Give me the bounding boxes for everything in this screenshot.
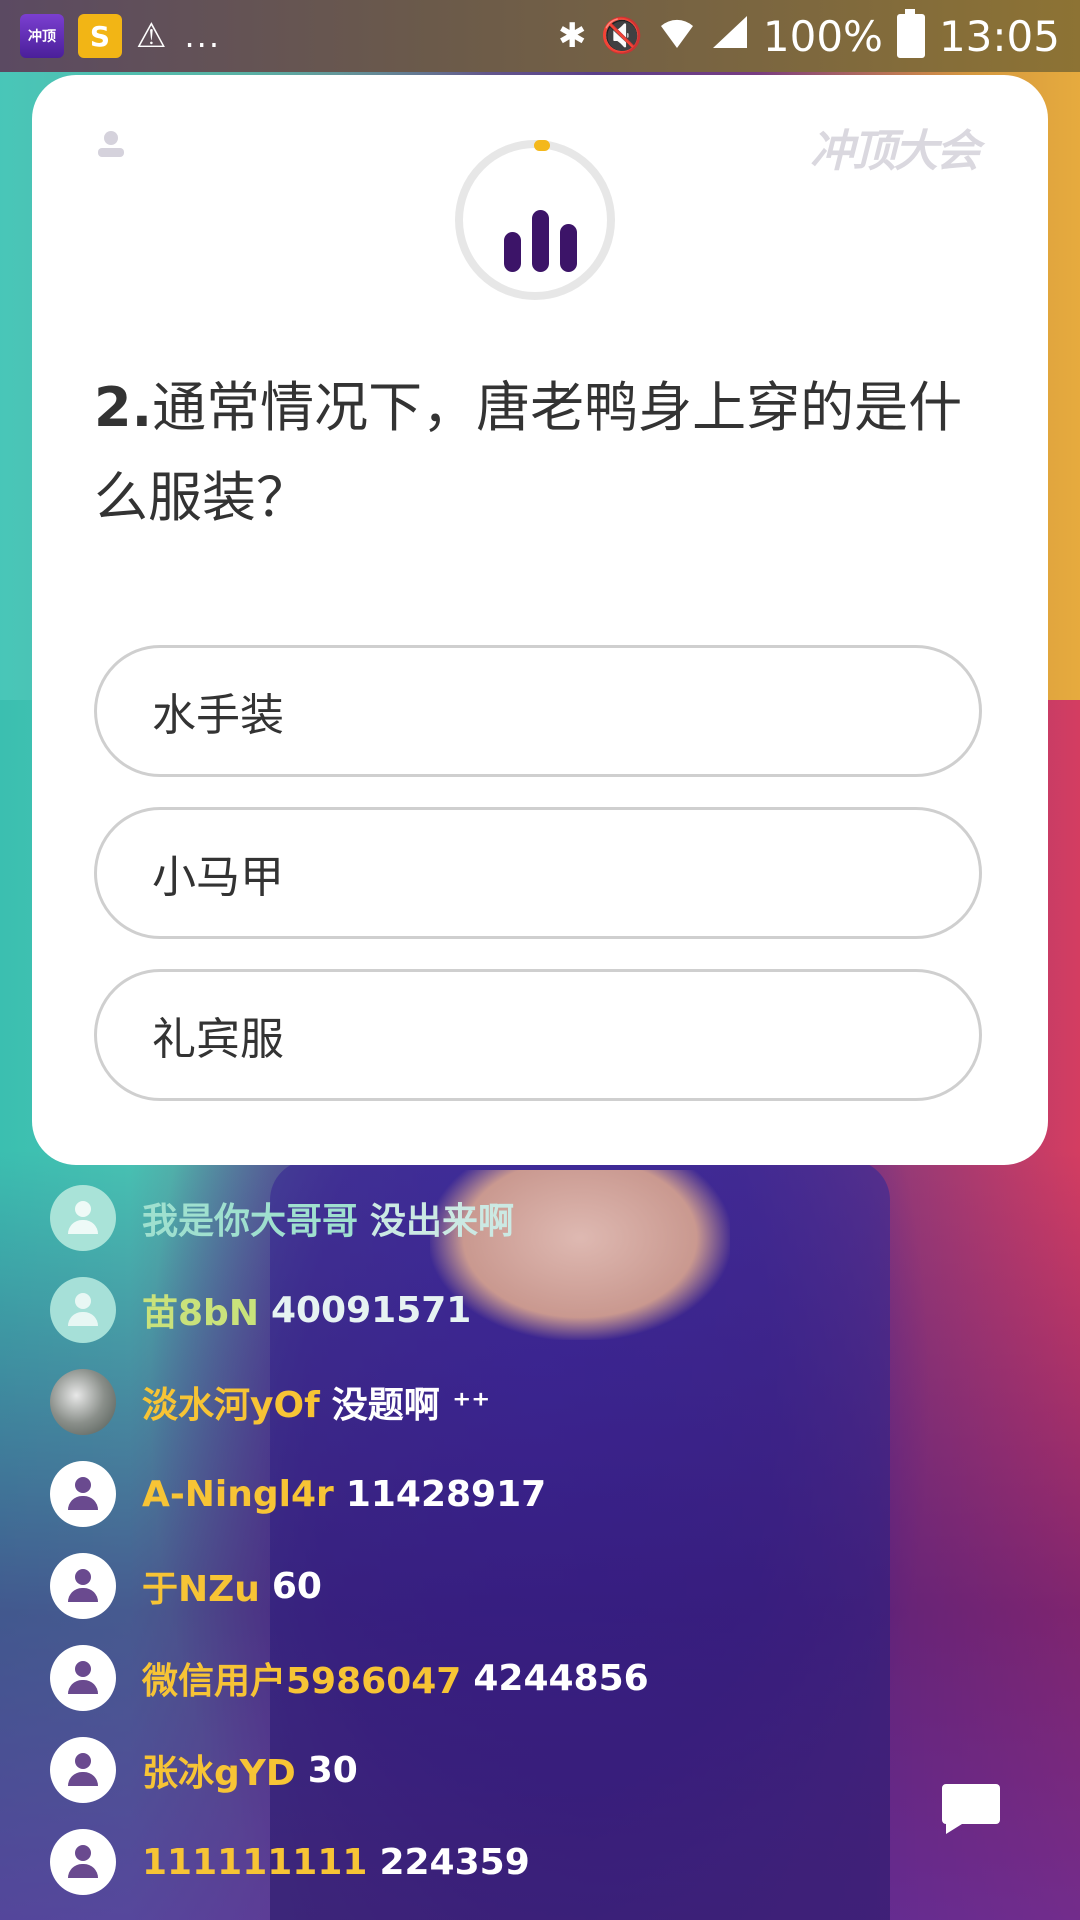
avatar — [50, 1829, 116, 1895]
signal-icon — [711, 14, 749, 59]
question-number: 2. — [94, 376, 153, 439]
avatar — [50, 1369, 116, 1435]
chat-text: 4244856 — [473, 1657, 649, 1699]
chat-username: 淡水河yOf — [142, 1385, 320, 1426]
chat-text: 60 — [271, 1565, 322, 1607]
answer-option-label: 水手装 — [152, 690, 284, 741]
avatar — [50, 1277, 116, 1343]
avatar — [50, 1645, 116, 1711]
question-text: 2.通常情况下，唐老鸭身上穿的是什么服装？ — [94, 363, 994, 543]
chat-message: 微信用户5986047 4244856 — [50, 1645, 649, 1711]
chat-message: 苗8bN 40091571 — [50, 1277, 471, 1343]
chat-username: 我是你大哥哥 — [142, 1201, 359, 1242]
avatar — [50, 1461, 116, 1527]
chat-username: 于NZu — [142, 1569, 260, 1610]
chat-text: 224359 — [379, 1841, 530, 1883]
chat-text: 没题啊 ⁺⁺ — [331, 1385, 491, 1426]
more-notifications-icon: ... — [184, 17, 221, 55]
chat-message: 淡水河yOf 没题啊 ⁺⁺ — [50, 1369, 490, 1435]
chat-message: 111111111 224359 — [50, 1829, 530, 1895]
battery-percent: 100% — [762, 11, 883, 61]
avatar — [50, 1737, 116, 1803]
wifi-icon — [657, 14, 697, 59]
countdown-progress-dot — [534, 140, 550, 151]
app-logo: 冲顶大会 — [810, 126, 980, 177]
avatar — [50, 1553, 116, 1619]
chat-username: A-Ningl4r — [142, 1473, 334, 1515]
chat-username: 微信用户5986047 — [142, 1661, 462, 1702]
mute-icon: 🔇 — [600, 16, 643, 56]
app-notification-icon: 冲顶 — [20, 14, 64, 58]
chat-username: 111111111 — [142, 1841, 368, 1883]
chat-icon[interactable] — [940, 1782, 1002, 1834]
answer-option-2[interactable]: 小马甲 — [94, 807, 982, 939]
chat-username: 张冰gYD — [142, 1753, 296, 1794]
answer-option-label: 礼宾服 — [152, 1014, 284, 1065]
warning-icon: ⚠ — [136, 16, 167, 56]
clock: 13:05 — [938, 11, 1060, 61]
chat-username: 苗8bN — [142, 1293, 259, 1334]
chat-text: 11428917 — [345, 1473, 547, 1515]
answer-option-1[interactable]: 水手装 — [94, 645, 982, 777]
chat-text: 40091571 — [270, 1289, 472, 1331]
stats-bars-icon — [504, 210, 577, 272]
avatar — [50, 1185, 116, 1251]
battery-icon — [896, 9, 925, 58]
answer-option-label: 小马甲 — [152, 852, 284, 903]
status-bar: 冲顶 S ⚠ ... ✱ 🔇 100% 13:05 — [0, 0, 1080, 72]
chat-text: 没出来啊 — [370, 1201, 515, 1242]
sogou-notification-icon: S — [78, 14, 122, 58]
chat-message: 我是你大哥哥 没出来啊 — [50, 1185, 514, 1251]
bluetooth-icon: ✱ — [558, 16, 587, 56]
question-card: 冲顶大会 2.通常情况下，唐老鸭身上穿的是什么服装？ 水手装 小马甲 礼宾服 — [32, 75, 1048, 1165]
chat-message: A-Ningl4r 11428917 — [50, 1461, 546, 1527]
answer-option-3[interactable]: 礼宾服 — [94, 969, 982, 1101]
user-icon[interactable] — [96, 129, 126, 159]
chat-text: 30 — [307, 1749, 358, 1791]
chat-message: 张冰gYD 30 — [50, 1737, 358, 1803]
question-body: 通常情况下，唐老鸭身上穿的是什么服装？ — [94, 376, 963, 529]
chat-message: 于NZu 60 — [50, 1553, 322, 1619]
